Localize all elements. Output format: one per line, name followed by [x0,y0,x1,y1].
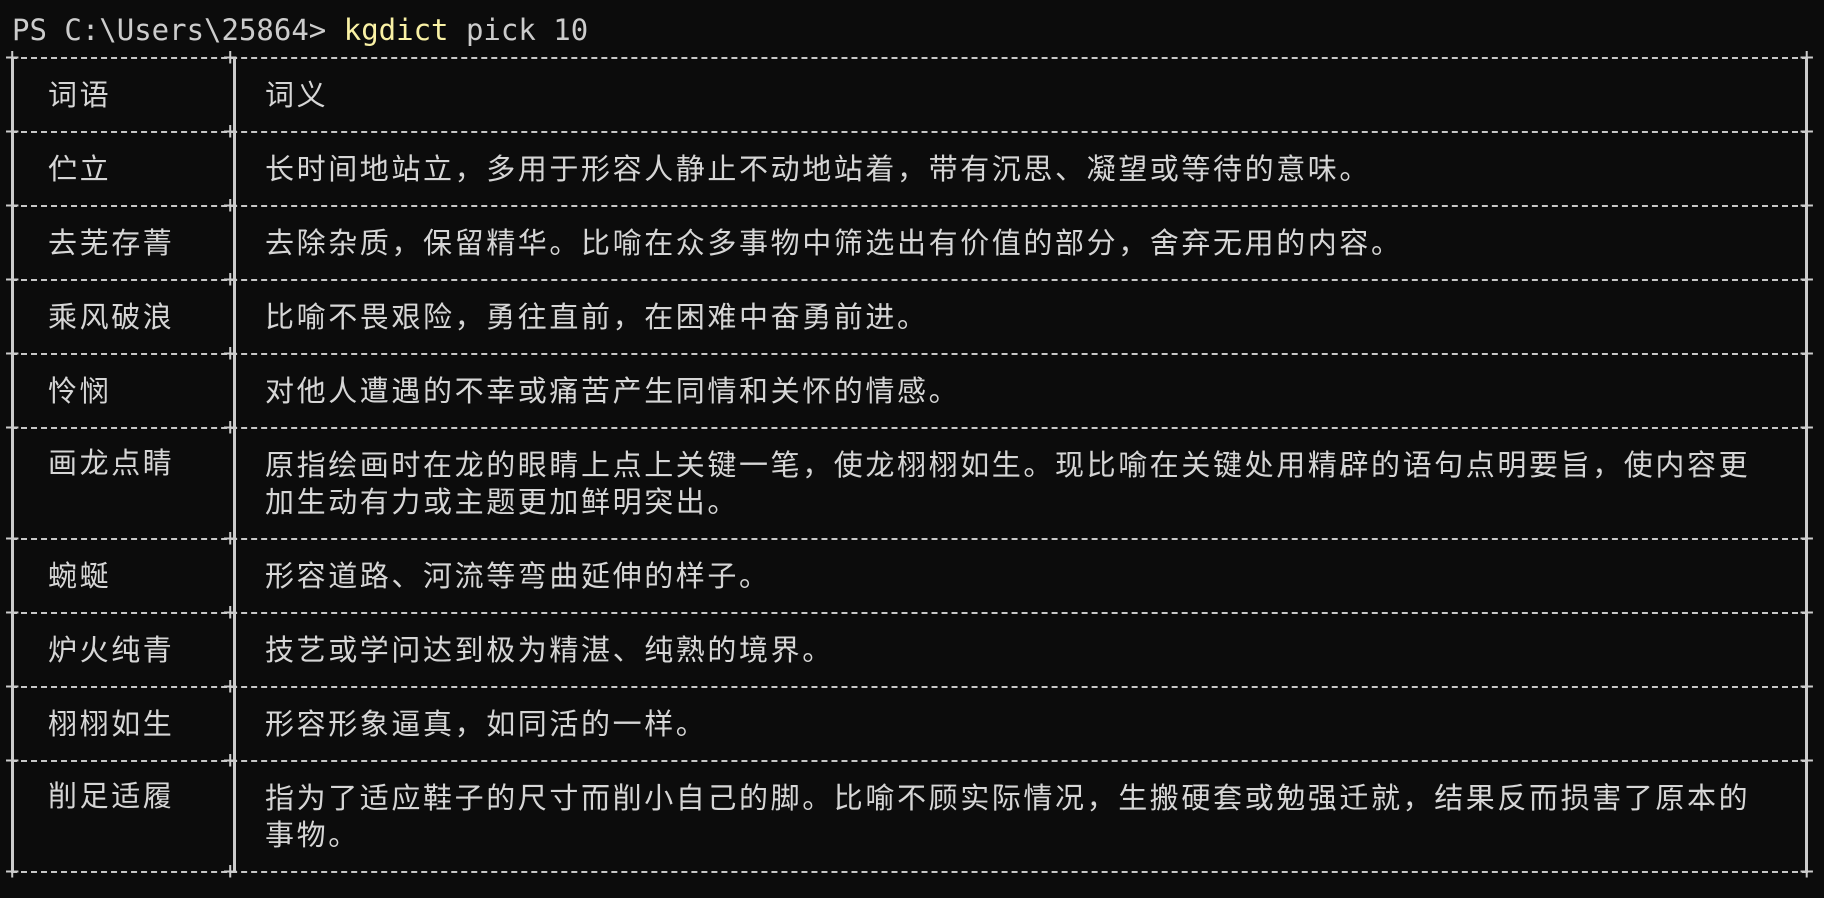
meaning-cell: 长时间地站立，多用于形容人静止不动地站着，带有沉思、凝望或等待的意味。 [236,133,1805,205]
word-text: 栩栩如生 [48,706,175,741]
word-cell: 画龙点睛 [14,429,236,538]
meaning-cell: 原指绘画时在龙的眼睛上点上关键一笔，使龙栩栩如生。现比喻在关键处用精辟的语句点明… [236,429,1805,538]
table-row: 栩栩如生 形容形象逼真，如同活的一样。 [11,688,1808,760]
dictionary-table: + + + 词语 词义 + + + 伫立 长时间地站立，多用于形容人静止不动地站着，带有… [5,44,1814,885]
meaning-text: 形容形象逼真，如同活的一样。 [265,706,708,741]
meaning-cell: 去除杂质，保留精华。比喻在众多事物中筛选出有价值的部分，舍弃无用的内容。 [236,207,1805,279]
header-meaning-cell: 词义 [236,59,1805,131]
word-cell: 去芜存菁 [14,207,236,279]
word-cell: 乘风破浪 [14,281,236,353]
table-row: 削足适履 指为了适应鞋子的尺寸而削小自己的脚。比喻不顾实际情况，生搬硬套或勉强迁… [11,762,1808,871]
word-cell: 炉火纯青 [14,614,236,686]
word-text: 画龙点睛 [48,446,175,480]
word-cell: 削足适履 [14,762,236,871]
meaning-text: 去除杂质，保留精华。比喻在众多事物中筛选出有价值的部分，舍弃无用的内容。 [265,225,1403,260]
table-row: 炉火纯青 技艺或学问达到极为精湛、纯熟的境界。 [11,614,1808,686]
table-border: + + + [5,857,1814,885]
word-text: 乘风破浪 [48,299,175,334]
word-cell: 蜿蜒 [14,540,236,612]
prompt-text: PS C:\Users\25864> [12,13,344,47]
terminal-window[interactable]: PS C:\Users\25864> kgdict pick 10 + + + 词语… [0,0,1824,898]
table-row: 怜悯 对他人遭遇的不幸或痛苦产生同情和关怀的情感。 [11,355,1808,427]
table-row: 画龙点睛 原指绘画时在龙的眼睛上点上关键一笔，使龙栩栩如生。现比喻在关键处用精辟… [11,429,1808,538]
meaning-cell: 比喻不畏艰险，勇往直前，在困难中奋勇前进。 [236,281,1805,353]
command-args: pick 10 [448,13,589,47]
word-text: 伫立 [48,151,112,186]
meaning-cell: 形容形象逼真，如同活的一样。 [236,688,1805,760]
word-cell: 怜悯 [14,355,236,427]
command-name: kgdict [343,13,449,47]
meaning-cell: 指为了适应鞋子的尺寸而削小自己的脚。比喻不顾实际情况，生搬硬套或勉强迁就，结果反… [236,762,1805,871]
meaning-text: 指为了适应鞋子的尺寸而削小自己的脚。比喻不顾实际情况，生搬硬套或勉强迁就，结果反… [265,780,1751,852]
word-cell: 伫立 [14,133,236,205]
word-text: 削足适履 [48,779,175,813]
word-text: 蜿蜒 [48,558,112,593]
word-cell: 栩栩如生 [14,688,236,760]
table-header-row: 词语 词义 [11,59,1808,131]
header-meaning: 词义 [265,77,329,112]
meaning-text: 对他人遭遇的不幸或痛苦产生同情和关怀的情感。 [265,373,961,408]
word-text: 怜悯 [48,373,112,408]
header-word: 词语 [48,77,112,112]
word-text: 炉火纯青 [48,632,175,667]
meaning-text: 技艺或学问达到极为精湛、纯熟的境界。 [265,632,834,667]
table-row: 伫立 长时间地站立，多用于形容人静止不动地站着，带有沉思、凝望或等待的意味。 [11,133,1808,205]
header-word-cell: 词语 [14,59,236,131]
meaning-text: 比喻不畏艰险，勇往直前，在困难中奋勇前进。 [265,299,929,334]
meaning-cell: 形容道路、河流等弯曲延伸的样子。 [236,540,1805,612]
meaning-text: 长时间地站立，多用于形容人静止不动地站着，带有沉思、凝望或等待的意味。 [265,151,1372,186]
meaning-text: 形容道路、河流等弯曲延伸的样子。 [265,558,771,593]
meaning-cell: 技艺或学问达到极为精湛、纯熟的境界。 [236,614,1805,686]
command-line: PS C:\Users\25864> kgdict pick 10 [12,10,588,50]
table-row: 蜿蜒 形容道路、河流等弯曲延伸的样子。 [11,540,1808,612]
word-text: 去芜存菁 [48,225,175,260]
table-row: 去芜存菁 去除杂质，保留精华。比喻在众多事物中筛选出有价值的部分，舍弃无用的内容… [11,207,1808,279]
table-row: 乘风破浪 比喻不畏艰险，勇往直前，在困难中奋勇前进。 [11,281,1808,353]
meaning-text: 原指绘画时在龙的眼睛上点上关键一笔，使龙栩栩如生。现比喻在关键处用精辟的语句点明… [265,447,1751,519]
meaning-cell: 对他人遭遇的不幸或痛苦产生同情和关怀的情感。 [236,355,1805,427]
